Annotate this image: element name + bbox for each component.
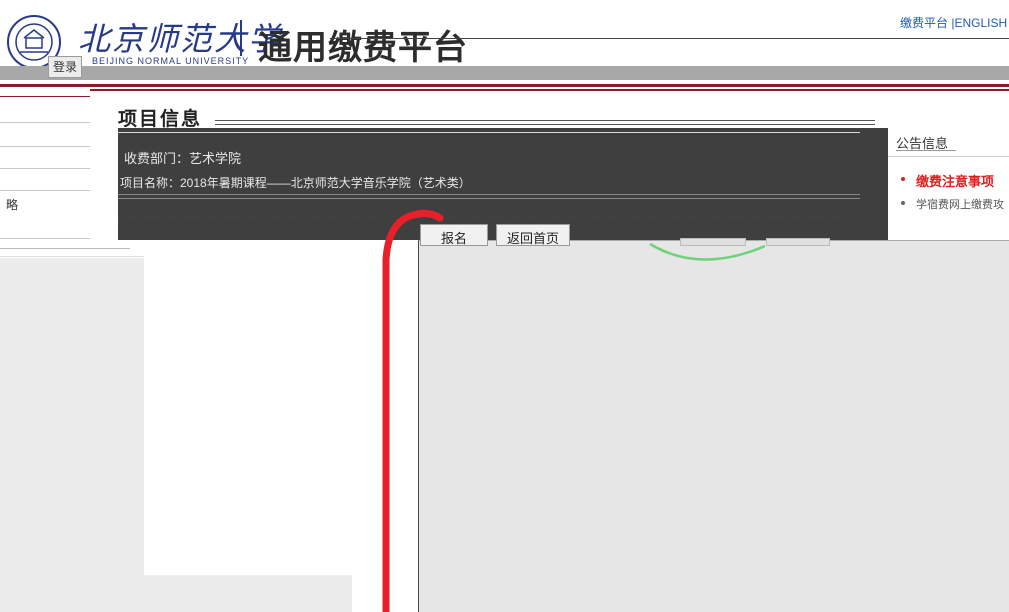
link-payment-platform[interactable]: 缴费平台 [900,16,948,30]
nav-separator [0,168,90,169]
panel-rule [118,194,860,195]
maroon-rule-left [0,96,90,97]
university-english-name: BEIJING NORMAL UNIVERSITY [92,56,250,66]
nav-separator [0,238,90,239]
project-name-label: 项目名称：2018年暑期课程——北京师范大学音乐学院（艺术类） [120,176,471,190]
university-name: 北京师范大学 [78,20,283,58]
nav-separator [0,248,130,249]
notice-title-underline [896,150,956,151]
notice-separator [888,156,1009,157]
notice-item-payment-notes[interactable]: 缴费注意事项 [916,171,994,190]
bullet-icon [901,177,905,181]
nav-separator [0,190,90,191]
panel-rule [118,132,860,133]
ghost-button [680,238,746,246]
project-info-heading: 项目信息 [118,108,203,130]
platform-title: 通用缴费平台 [258,29,468,67]
left-sidebar-background [0,258,144,612]
ghost-button [766,238,830,246]
bullet-icon [901,201,905,205]
maroon-rule-secondary [90,89,1009,91]
department-label: 收费部门：艺术学院 [124,151,242,166]
notice-item-tuition-guide[interactable]: 学宿费网上缴费攻 [916,196,1004,212]
header-divider [240,20,242,56]
dotted-divider [118,216,840,217]
top-links: 缴费平台 |ENGLISH [900,14,1007,31]
heading-underline [215,124,875,125]
content-gray-area [418,240,1009,612]
left-bottom-background [144,575,352,612]
header-gray-bar [0,66,1009,80]
heading-underline [215,120,875,121]
signup-button[interactable]: 报名 [420,224,488,246]
return-home-button[interactable]: 返回首页 [496,224,570,246]
link-english[interactable]: |ENGLISH [951,16,1007,30]
panel-rule [118,198,860,199]
nav-separator [0,122,90,123]
sidebar-item-partial[interactable]: 略 [6,196,18,213]
header-rule [330,38,1009,39]
nav-separator [0,256,144,257]
login-button[interactable]: 登录 [48,56,82,78]
nav-separator [0,146,90,147]
maroon-rule [0,84,1009,87]
